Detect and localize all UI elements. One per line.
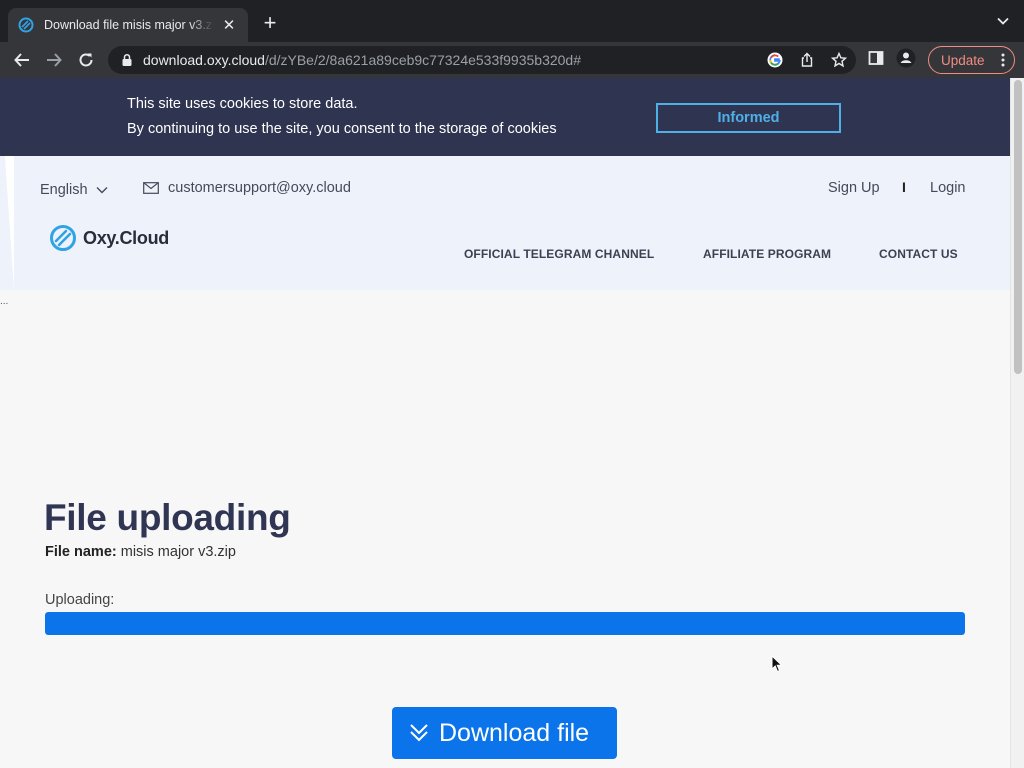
back-arrow-icon[interactable] [10, 48, 34, 72]
sidebar-icon[interactable] [868, 50, 884, 71]
upload-progress-bar [45, 612, 965, 635]
oxy-logo-icon [50, 225, 76, 251]
browser-toolbar: download.oxy.cloud/d/zYBe/2/8a621a89ceb9… [0, 42, 1024, 78]
site-logo[interactable]: Oxy.Cloud [49, 224, 169, 252]
browser-tab[interactable]: Download file misis major v3.zip ✕ [8, 8, 248, 42]
lock-icon[interactable] [120, 53, 134, 67]
browser-tabstrip: Download file misis major v3.zip ✕ + [0, 0, 1024, 42]
cursor-icon [771, 655, 783, 673]
share-icon[interactable] [798, 51, 816, 69]
update-button[interactable]: Update [928, 46, 1015, 74]
tab-title: Download file misis major v3.zip [44, 18, 214, 32]
scrollbar-thumb[interactable] [1014, 80, 1022, 374]
informed-button[interactable]: Informed [656, 103, 841, 133]
sign-up-link[interactable]: Sign Up [828, 180, 880, 196]
file-name-row: File name: misis major v3.zip [45, 544, 236, 560]
reload-icon[interactable] [74, 48, 98, 72]
double-chevron-down-icon [410, 724, 428, 742]
file-name-label: File name: [45, 544, 117, 560]
chevron-down-icon [96, 187, 108, 194]
forward-arrow-icon[interactable] [42, 48, 66, 72]
language-label: English [40, 182, 88, 198]
cookie-text-line2: By continuing to use the site, you conse… [127, 121, 557, 137]
cookie-text-line1: This site uses cookies to store data. [127, 96, 358, 112]
nav-telegram-channel[interactable]: OFFICIAL TELEGRAM CHANNEL [464, 247, 654, 261]
cookie-banner: This site uses cookies to store data. By… [0, 78, 1010, 156]
support-email: customersupport@oxy.cloud [168, 180, 351, 196]
url-text[interactable]: download.oxy.cloud/d/zYBe/2/8a621a89ceb9… [143, 52, 581, 68]
logo-text: Oxy.Cloud [83, 227, 169, 248]
download-file-button[interactable]: Download file [392, 707, 617, 759]
site-header: English customersupport@oxy.cloud Sign U… [0, 156, 1010, 290]
update-label: Update [941, 52, 985, 68]
ellipsis-text: ... [0, 296, 9, 307]
upload-progress-fill [45, 612, 965, 635]
mail-icon [143, 182, 159, 194]
oxy-favicon-icon [18, 17, 34, 33]
page-scrollbar[interactable] [1010, 78, 1024, 768]
star-icon[interactable] [830, 51, 848, 69]
nav-affiliate-program[interactable]: AFFILIATE PROGRAM [703, 247, 831, 261]
close-icon[interactable]: ✕ [220, 16, 238, 34]
address-bar[interactable]: download.oxy.cloud/d/zYBe/2/8a621a89ceb9… [108, 46, 856, 74]
google-icon[interactable] [766, 51, 784, 69]
download-file-label: Download file [439, 718, 590, 747]
url-path: /d/zYBe/2/8a621a89ceb9c77324e533f9935b32… [264, 52, 582, 68]
more-vert-icon [1001, 53, 1005, 67]
file-name-value: misis major v3.zip [120, 544, 236, 560]
auth-separator: I [902, 179, 906, 195]
page-title: File uploading [44, 497, 291, 538]
login-link[interactable]: Login [930, 180, 965, 196]
url-host: download.oxy.cloud [143, 52, 265, 68]
language-selector[interactable]: English [40, 182, 108, 198]
plus-icon[interactable]: + [258, 12, 282, 34]
chevron-down-icon[interactable] [996, 14, 1010, 28]
support-email-link[interactable]: customersupport@oxy.cloud [143, 180, 351, 196]
nav-contact-us[interactable]: CONTACT US [879, 247, 958, 261]
uploading-label: Uploading: [45, 592, 115, 608]
profile-icon[interactable] [896, 48, 916, 73]
